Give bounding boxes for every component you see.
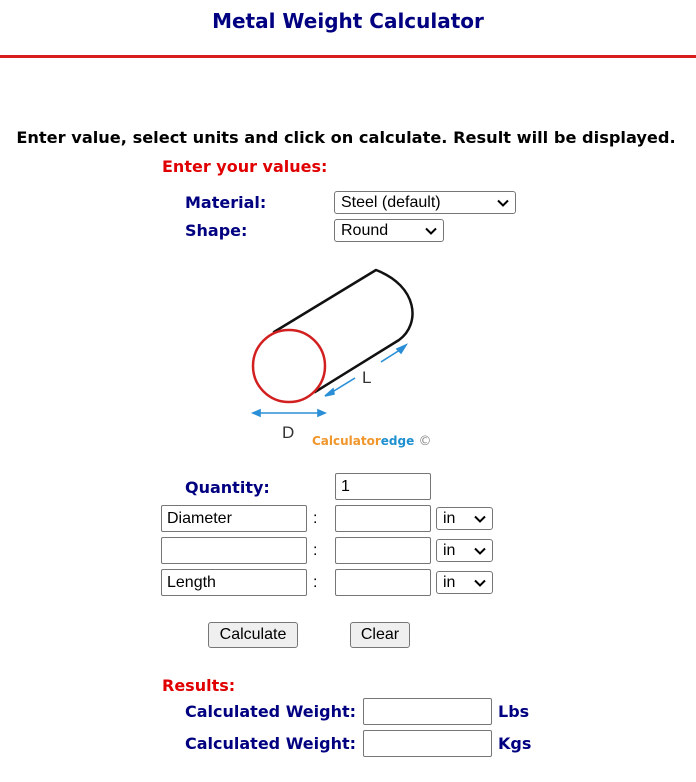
dimension-name-input-diameter[interactable]: Diameter <box>161 505 307 532</box>
shape-label: Shape: <box>185 221 248 240</box>
page-title: Metal Weight Calculator <box>212 9 484 33</box>
round-bar-diagram: L D <box>250 268 414 442</box>
title-divider <box>0 55 696 58</box>
calculatoredge-logo: Calculatoredge © <box>312 434 431 449</box>
quantity-input[interactable]: 1 <box>335 473 431 500</box>
material-select[interactable]: Steel (default) <box>334 191 516 214</box>
dimension-unit-select-blank[interactable]: in <box>436 539 493 562</box>
clear-button[interactable]: Clear <box>350 622 410 648</box>
dimension-unit-value-blank: in <box>443 542 456 559</box>
dimension-separator: : <box>313 510 318 527</box>
diameter-unit-select[interactable]: in <box>436 507 493 530</box>
brand-part2: edge <box>380 434 415 448</box>
chevron-down-icon <box>425 227 437 235</box>
chevron-down-icon <box>474 515 486 523</box>
dimension-name-input-blank[interactable] <box>161 537 307 564</box>
cross-section-circle <box>251 328 327 404</box>
length-label: L <box>362 368 371 387</box>
length-value-input[interactable] <box>335 569 431 596</box>
diameter-value-input[interactable] <box>335 505 431 532</box>
material-select-value: Steel (default) <box>341 194 441 211</box>
calculate-button[interactable]: Calculate <box>208 622 298 648</box>
dimension-separator: : <box>313 542 318 559</box>
calculated-weight-label-lbs: Calculated Weight: <box>185 702 357 721</box>
chevron-down-icon <box>497 199 509 207</box>
instructions-text: Enter value, select units and click on c… <box>16 128 676 147</box>
dimension-name-input-length[interactable]: Length <box>161 569 307 596</box>
lbs-unit-label: Lbs <box>498 702 530 721</box>
shape-select-value: Round <box>341 222 389 239</box>
quantity-label: Quantity: <box>185 478 270 497</box>
dimension-value-input-blank[interactable] <box>335 537 431 564</box>
shape-select[interactable]: Round <box>334 219 444 242</box>
diameter-unit-value: in <box>443 510 456 527</box>
length-unit-value: in <box>443 574 456 591</box>
length-unit-select[interactable]: in <box>436 571 493 594</box>
page: Metal Weight Calculator Enter value, sel… <box>0 0 696 782</box>
results-heading: Results: <box>162 676 236 695</box>
chevron-down-icon <box>474 547 486 555</box>
weight-kgs-output[interactable] <box>363 730 492 757</box>
diameter-arrow <box>250 408 328 418</box>
kgs-unit-label: Kgs <box>498 734 532 753</box>
weight-lbs-output[interactable] <box>363 698 492 725</box>
copyright-symbol: © <box>418 434 432 449</box>
enter-values-heading: Enter your values: <box>162 157 328 176</box>
calculated-weight-label-kgs: Calculated Weight: <box>185 734 357 753</box>
diameter-label: D <box>282 423 294 442</box>
brand-part1: Calculator <box>312 434 381 448</box>
material-label: Material: <box>185 193 267 212</box>
dimension-separator: : <box>313 574 318 591</box>
chevron-down-icon <box>474 579 486 587</box>
